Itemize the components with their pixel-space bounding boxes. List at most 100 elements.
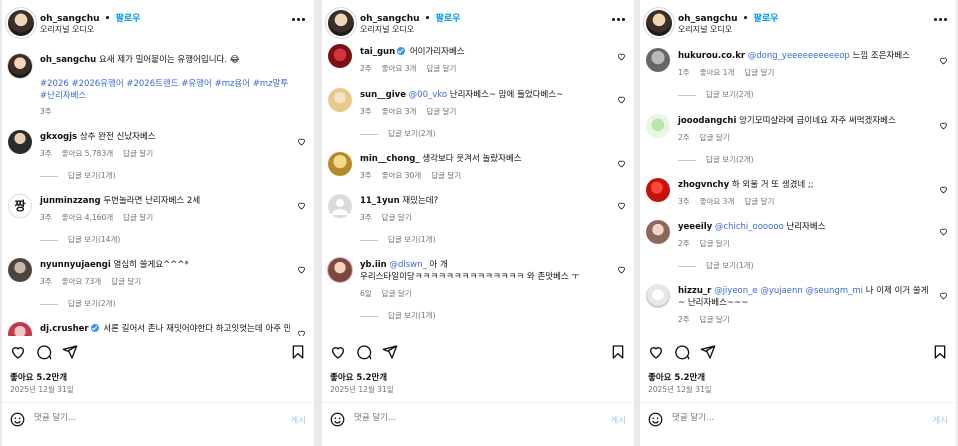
reply-button[interactable]: 답글 달기: [700, 315, 730, 324]
bookmark-icon[interactable]: [932, 344, 948, 360]
comment-username[interactable]: zhogvnchy: [678, 180, 729, 190]
view-replies-button[interactable]: 답글 보기(2개): [360, 128, 436, 139]
avatar[interactable]: [646, 114, 670, 138]
view-replies-button[interactable]: 답글 보기(1개): [678, 260, 754, 271]
heart-icon[interactable]: [330, 344, 346, 360]
comment-likes[interactable]: 좋아요 3개: [382, 64, 417, 73]
emoji-icon[interactable]: [330, 412, 345, 427]
follow-button[interactable]: 팔로우: [754, 14, 779, 24]
reply-button[interactable]: 답글 달기: [431, 171, 461, 180]
view-replies-button[interactable]: 답글 보기(2개): [678, 89, 754, 100]
author-avatar[interactable]: [8, 10, 34, 36]
comment-mention[interactable]: @dong_yeeeeeeeeeeop: [748, 51, 850, 61]
bookmark-icon[interactable]: [610, 344, 626, 360]
avatar[interactable]: [328, 258, 352, 282]
reply-button[interactable]: 답글 달기: [123, 213, 153, 222]
post-button[interactable]: 게시: [932, 414, 948, 426]
heart-icon[interactable]: [297, 137, 306, 146]
comment-username[interactable]: 11_1yun: [360, 196, 400, 206]
comment-username[interactable]: nyunnyujaengi: [40, 260, 111, 270]
author-avatar[interactable]: [646, 10, 672, 36]
comment-mention[interactable]: @dlswn_: [389, 260, 426, 270]
comment-mention[interactable]: @chichi_oooooo: [715, 222, 784, 232]
likes-count[interactable]: 좋아요 5.2만개: [330, 371, 387, 383]
comment-username[interactable]: tai_gun: [360, 47, 395, 57]
avatar[interactable]: [8, 258, 32, 282]
follow-button[interactable]: 팔로우: [116, 14, 141, 24]
avatar[interactable]: [8, 54, 32, 78]
likes-count[interactable]: 좋아요 5.2만개: [648, 371, 705, 383]
likes-count[interactable]: 좋아요 5.2만개: [10, 371, 67, 383]
comment-input[interactable]: [672, 413, 892, 423]
comment-input[interactable]: [354, 413, 574, 423]
follow-button[interactable]: 팔로우: [436, 14, 461, 24]
view-replies-button[interactable]: 답글 보기(2개): [40, 298, 116, 309]
comment-icon[interactable]: [674, 344, 690, 360]
audio-label[interactable]: 오리지널 오디오: [360, 24, 414, 35]
comment-likes[interactable]: 좋아요 1개: [700, 68, 735, 77]
author-username[interactable]: oh_sangchu: [678, 14, 738, 24]
reply-button[interactable]: 답글 달기: [426, 64, 456, 73]
audio-label[interactable]: 오리지널 오디오: [40, 24, 94, 35]
avatar[interactable]: [646, 48, 670, 72]
author-username[interactable]: oh_sangchu: [360, 14, 420, 24]
heart-icon[interactable]: [939, 56, 948, 65]
comment-input[interactable]: [34, 413, 254, 423]
comment-likes[interactable]: 좋아요 73개: [62, 277, 102, 286]
comment-likes[interactable]: 좋아요 3개: [382, 107, 417, 116]
reply-button[interactable]: 답글 달기: [426, 107, 456, 116]
avatar[interactable]: [328, 44, 352, 68]
caption-username[interactable]: oh_sangchu: [40, 55, 96, 65]
share-icon[interactable]: [700, 344, 716, 360]
comment-mention[interactable]: @00_vko: [409, 90, 447, 100]
view-replies-button[interactable]: 답글 보기(2개): [678, 154, 754, 165]
reply-button[interactable]: 답글 달기: [382, 289, 412, 298]
reply-button[interactable]: 답글 달기: [700, 239, 730, 248]
comment-likes[interactable]: 좋아요 4,160개: [62, 213, 113, 222]
share-icon[interactable]: [382, 344, 398, 360]
heart-icon[interactable]: [617, 52, 626, 61]
avatar[interactable]: [646, 284, 670, 308]
avatar[interactable]: [328, 152, 352, 176]
heart-icon[interactable]: [617, 159, 626, 168]
comment-username[interactable]: jooodangchi: [678, 116, 736, 126]
heart-icon[interactable]: [297, 201, 306, 210]
comment-username[interactable]: yeeeily: [678, 222, 712, 232]
view-replies-button[interactable]: 답글 보기(1개): [360, 234, 436, 245]
more-icon[interactable]: [612, 18, 626, 22]
reply-button[interactable]: 답글 달기: [382, 213, 412, 222]
avatar[interactable]: [328, 194, 352, 218]
comment-username[interactable]: dj.crusher: [40, 324, 89, 334]
comment-username[interactable]: junminzzang: [40, 196, 101, 206]
comment-likes[interactable]: 좋아요 5,783개: [62, 149, 113, 158]
avatar[interactable]: 짱: [8, 194, 32, 218]
view-replies-button[interactable]: 답글 보기(1개): [40, 170, 116, 181]
audio-label[interactable]: 오리지널 오디오: [678, 24, 732, 35]
avatar[interactable]: [646, 220, 670, 244]
reply-button[interactable]: 답글 달기: [744, 197, 774, 206]
comment-username[interactable]: sun__give: [360, 90, 406, 100]
comment-username[interactable]: min__chong_: [360, 154, 420, 164]
author-username[interactable]: oh_sangchu: [40, 14, 100, 24]
comment-likes[interactable]: 좋아요 3개: [700, 197, 735, 206]
view-replies-button[interactable]: 답글 보기(1개): [360, 310, 436, 321]
heart-icon[interactable]: [939, 227, 948, 236]
reply-button[interactable]: 답글 달기: [700, 133, 730, 142]
heart-icon[interactable]: [939, 291, 948, 300]
reply-button[interactable]: 답글 달기: [123, 149, 153, 158]
avatar[interactable]: [646, 178, 670, 202]
caption-hashtags[interactable]: #2026 #2026유행어 #2026트렌드 #유행어 #mz용어 #mz말투…: [40, 78, 290, 102]
comment-likes[interactable]: 좋아요 30개: [382, 171, 422, 180]
heart-icon[interactable]: [939, 185, 948, 194]
heart-icon[interactable]: [939, 121, 948, 130]
post-button[interactable]: 게시: [290, 414, 306, 426]
bookmark-icon[interactable]: [290, 344, 306, 360]
avatar[interactable]: [8, 322, 32, 336]
comment-icon[interactable]: [356, 344, 372, 360]
heart-icon[interactable]: [648, 344, 664, 360]
comment-username[interactable]: yb.iin: [360, 260, 387, 270]
comment-mention[interactable]: @jiyeon_e @yujaenn @seungm_mi: [714, 286, 863, 296]
heart-icon[interactable]: [617, 201, 626, 210]
post-button[interactable]: 게시: [610, 414, 626, 426]
reply-button[interactable]: 답글 달기: [111, 277, 141, 286]
